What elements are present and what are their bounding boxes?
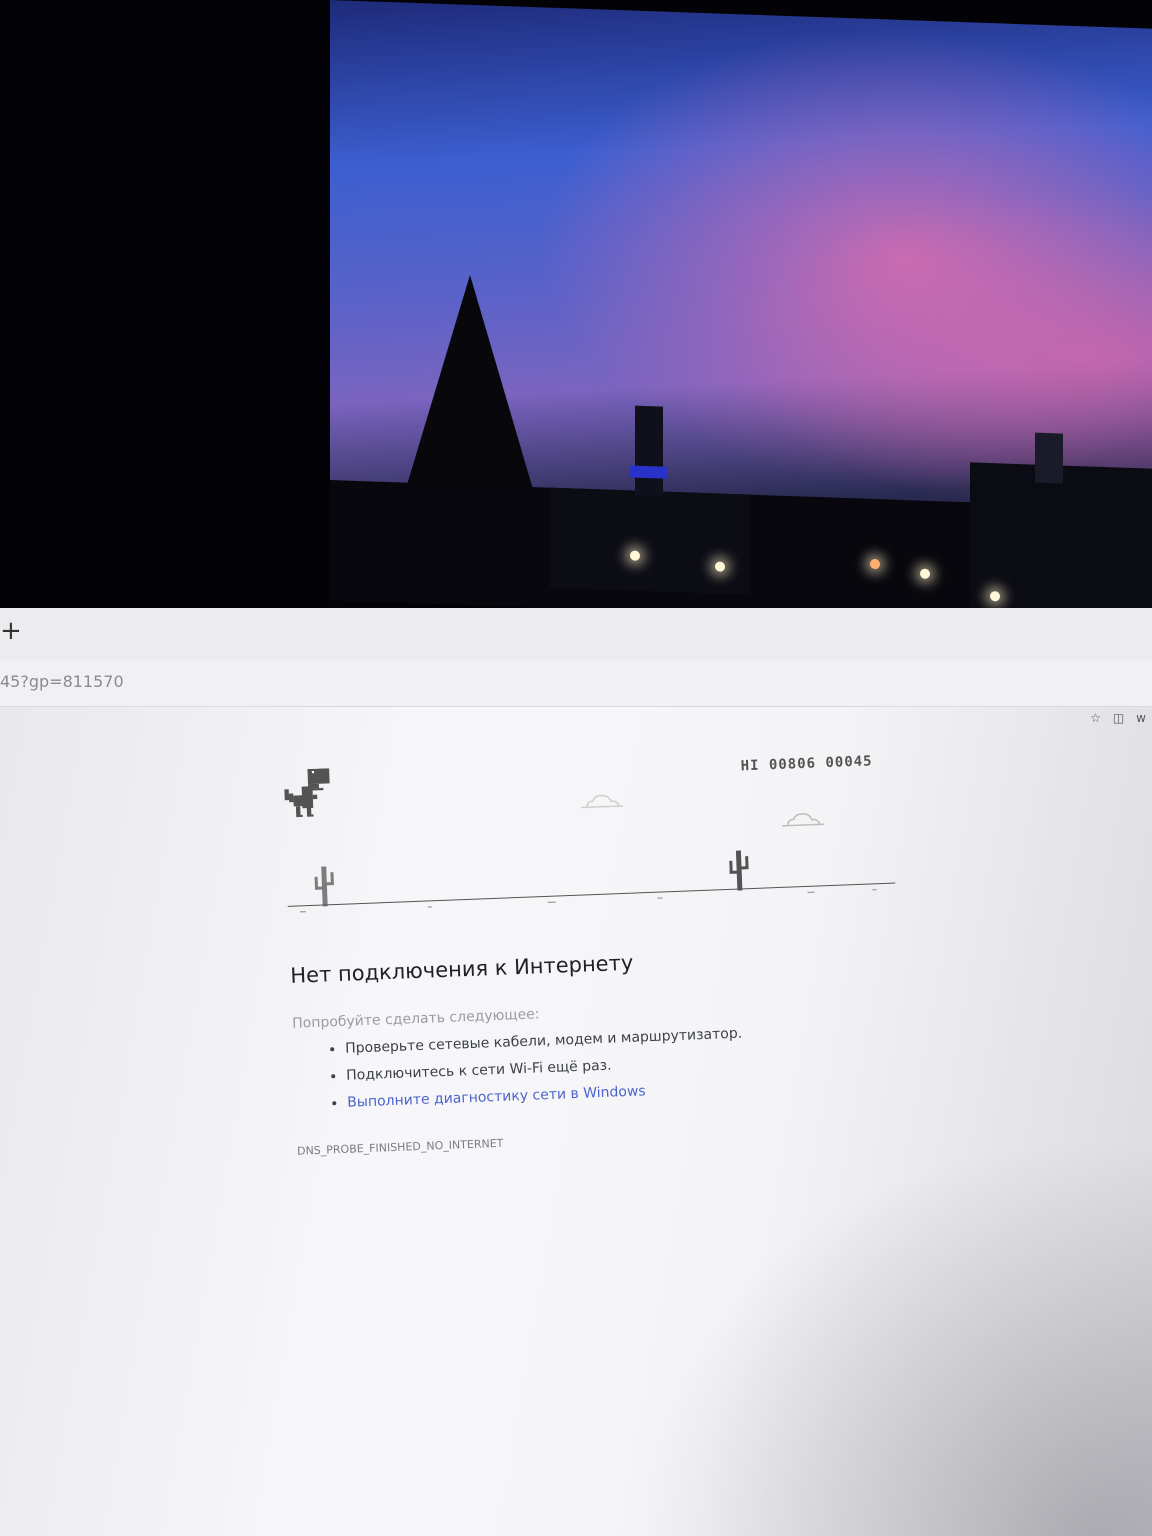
photo-tower-light: [630, 465, 668, 479]
photo-tower-right: [1035, 432, 1063, 484]
error-headline: Нет подключения к Интернету: [289, 950, 634, 988]
photo-tower: [635, 405, 663, 497]
ground-pebble: [807, 891, 815, 893]
background-photo: [330, 0, 1152, 629]
reader-icon[interactable]: ◫: [1113, 711, 1124, 725]
ground-pebble: [872, 889, 877, 891]
star-icon[interactable]: ☆: [1090, 711, 1101, 725]
trex-icon[interactable]: [282, 768, 334, 822]
url-text[interactable]: 45?gp=811570: [0, 672, 124, 691]
ground-pebble: [547, 901, 556, 903]
address-bar[interactable]: 45?gp=811570: [0, 660, 1152, 707]
network-diagnostics-link[interactable]: Выполните диагностику сети в Windows: [347, 1083, 646, 1110]
cloud-icon: [781, 813, 824, 827]
photo-building-right: [970, 462, 1152, 629]
ground-line: [287, 882, 896, 907]
cloud-icon: [581, 794, 624, 809]
street-light: [715, 561, 725, 572]
street-light: [630, 550, 640, 561]
extension-icon[interactable]: w: [1136, 711, 1146, 725]
cactus-icon: [729, 850, 749, 891]
ground-pebble: [299, 911, 306, 913]
tab-strip: +: [0, 608, 1152, 660]
error-page-content: HI 00806 00045 Нет подключения к Интерне…: [282, 733, 937, 1158]
browser-window: + 45?gp=811570 ☆ ◫ w HI 00806 00045 Нет …: [0, 608, 1152, 1536]
street-light: [920, 568, 930, 579]
street-light: [870, 558, 880, 570]
monitor-top-region: [0, 0, 1152, 640]
error-code: DNS_PROBE_FINISHED_NO_INTERNET: [296, 1136, 504, 1158]
score-display: HI 00806 00045: [740, 753, 873, 775]
ground-pebble: [427, 906, 432, 908]
cactus-icon: [314, 866, 334, 907]
photo-building: [550, 487, 750, 595]
new-tab-button[interactable]: +: [0, 616, 22, 646]
toolbar-icons: ☆ ◫ w: [1090, 708, 1146, 728]
suggestion-list: Проверьте сетевые кабели, модем и маршру…: [293, 1013, 936, 1119]
street-light: [990, 591, 1000, 602]
ground-pebble: [657, 897, 663, 899]
dino-game[interactable]: HI 00806 00045: [282, 735, 898, 918]
